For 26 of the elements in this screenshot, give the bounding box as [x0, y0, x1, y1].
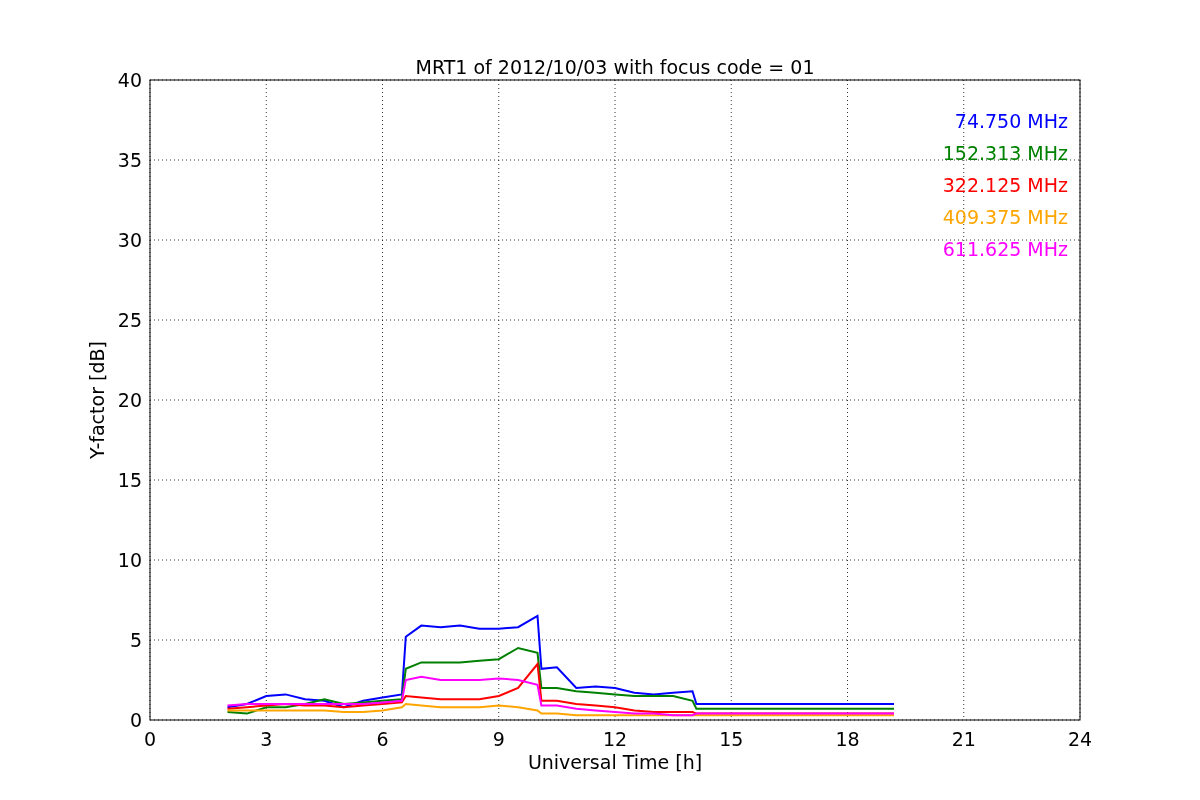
y-tick-label: 5	[129, 629, 142, 651]
legend-label: 409.375 MHz	[942, 206, 1068, 228]
x-tick-label: 18	[835, 728, 860, 750]
legend-label: 611.625 MHz	[942, 238, 1068, 260]
x-tick-label: 9	[492, 728, 505, 750]
x-tick-label: 0	[143, 728, 157, 750]
x-tick-label: 12	[602, 728, 628, 750]
x-tick-label: 6	[376, 728, 389, 750]
y-tick-label: 15	[117, 469, 142, 491]
legend-label: 152.313 MHz	[942, 142, 1068, 164]
x-tick-label: 24	[1067, 728, 1093, 750]
y-tick-label: 30	[117, 229, 142, 251]
y-tick-label: 25	[117, 309, 142, 331]
x-tick-label: 3	[260, 728, 273, 750]
y-axis-label: Y-factor [dB]	[86, 341, 108, 459]
x-tick-label: 15	[719, 728, 744, 750]
legend-label: 322.125 MHz	[942, 174, 1068, 196]
y-tick-label: 20	[117, 389, 142, 411]
y-tick-label: 10	[117, 549, 142, 571]
y-tick-label: 40	[117, 69, 142, 91]
x-tick-label: 21	[951, 728, 976, 750]
y-tick-label: 0	[129, 709, 142, 731]
x-axis-label: Universal Time [h]	[527, 751, 703, 773]
legend-label: 74.750 MHz	[954, 110, 1068, 132]
chart-title: MRT1 of 2012/10/03 with focus code = 01	[415, 56, 815, 78]
y-tick-label: 35	[117, 149, 142, 171]
